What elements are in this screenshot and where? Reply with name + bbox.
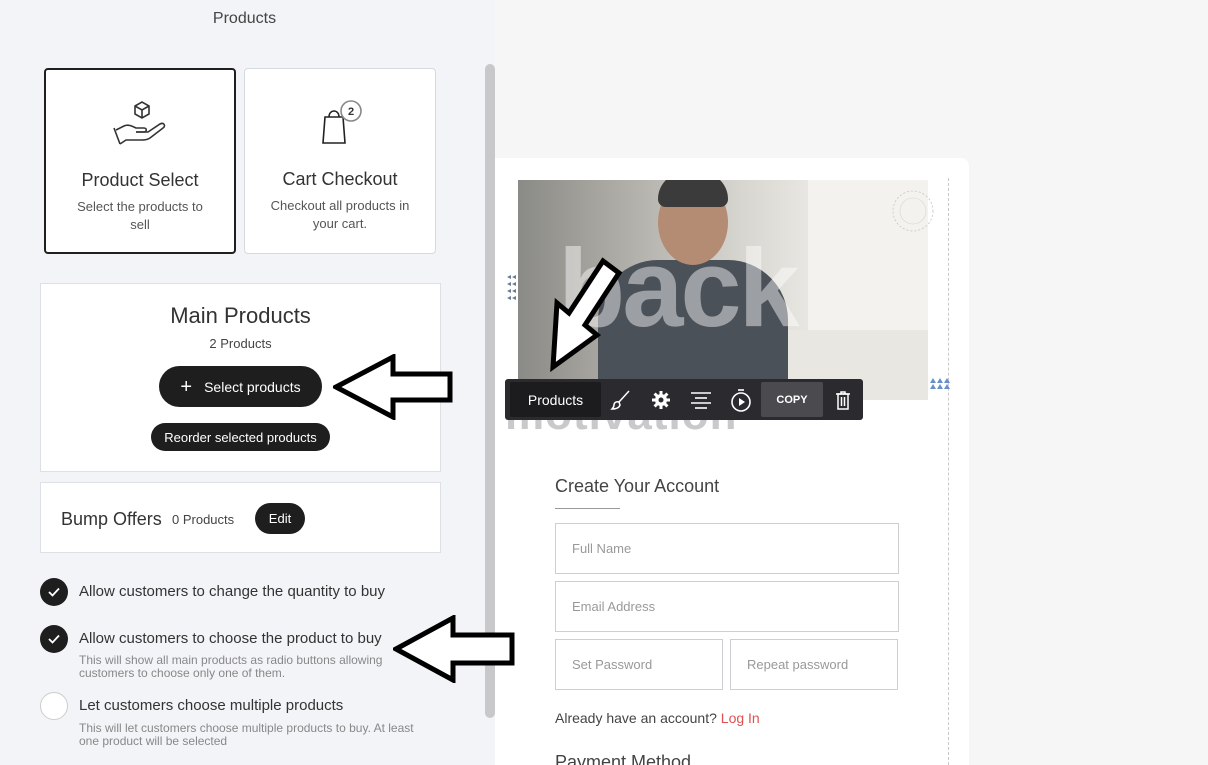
repeat-password-field[interactable] bbox=[730, 639, 898, 690]
checkmark-icon bbox=[48, 634, 60, 644]
bump-offers-title: Bump Offers bbox=[61, 509, 162, 529]
decor-triangles-icon bbox=[507, 275, 516, 300]
form-title: Create Your Account bbox=[555, 476, 720, 496]
product-select-card[interactable]: Product Select Select the products to se… bbox=[44, 68, 236, 254]
main-products-count: 2 Products bbox=[209, 336, 272, 351]
option-description: This will show all main products as radi… bbox=[79, 653, 383, 680]
card-title: Cart Checkout bbox=[282, 169, 398, 189]
brush-icon[interactable] bbox=[601, 379, 641, 420]
login-prompt-text: Already have an account? bbox=[555, 710, 717, 726]
form-title-underline bbox=[555, 508, 620, 509]
select-products-label: Select products bbox=[204, 378, 301, 395]
bump-offers-section: Bump Offers 0 Products Edit bbox=[40, 482, 441, 553]
checkbox-choose-product[interactable] bbox=[40, 625, 68, 653]
decor-triangles-icon bbox=[930, 378, 950, 389]
annotation-arrow-left-icon bbox=[393, 615, 515, 683]
reorder-products-button[interactable]: Reorder selected products bbox=[151, 423, 330, 451]
annotation-arrow-down-icon bbox=[550, 257, 623, 373]
element-toolbar: Products COPY bbox=[505, 379, 863, 420]
full-name-field[interactable] bbox=[555, 523, 899, 574]
copy-button[interactable]: COPY bbox=[761, 382, 823, 417]
gear-icon[interactable] bbox=[641, 379, 681, 420]
payment-method-title: Payment Method bbox=[555, 752, 692, 765]
login-prompt: Already have an account? Log In bbox=[555, 710, 760, 726]
align-icon[interactable] bbox=[681, 379, 721, 420]
trash-icon[interactable] bbox=[823, 379, 863, 420]
main-products-title: Main Products bbox=[170, 303, 311, 328]
edit-bump-offers-button[interactable]: Edit bbox=[255, 503, 305, 534]
checkbox-multiple-products[interactable] bbox=[40, 692, 68, 720]
option-label: Let customers choose multiple products bbox=[79, 697, 344, 714]
section-guide-line bbox=[948, 178, 949, 765]
option-description: This will let customers choose multiple … bbox=[79, 721, 414, 748]
hand-box-icon bbox=[46, 100, 234, 150]
card-description: Select the products to sell bbox=[77, 199, 203, 232]
annotation-arrow-left-icon bbox=[333, 354, 453, 420]
cart-checkout-card[interactable]: 2 Cart Checkout Checkout all products in… bbox=[244, 68, 436, 254]
option-label: Allow customers to change the quantity t… bbox=[79, 583, 386, 600]
plus-icon: + bbox=[180, 375, 193, 398]
quote-seal-icon bbox=[892, 190, 934, 232]
card-title: Product Select bbox=[81, 170, 199, 190]
panel-title: Products bbox=[212, 10, 277, 27]
option-label: Allow customers to choose the product to… bbox=[79, 630, 382, 647]
password-field[interactable] bbox=[555, 639, 723, 690]
email-field[interactable] bbox=[555, 581, 899, 632]
checkmark-icon bbox=[48, 587, 60, 597]
login-link[interactable]: Log In bbox=[721, 710, 760, 726]
timer-icon[interactable] bbox=[721, 379, 761, 420]
checkbox-change-quantity[interactable] bbox=[40, 578, 68, 606]
card-description: Checkout all products in your cart. bbox=[270, 198, 410, 231]
shopping-bag-icon: 2 bbox=[245, 99, 435, 149]
toolbar-products-button[interactable]: Products bbox=[510, 382, 601, 417]
bump-offers-count: 0 Products bbox=[172, 512, 235, 527]
select-products-button[interactable]: + Select products bbox=[159, 366, 322, 407]
svg-text:2: 2 bbox=[348, 106, 354, 118]
